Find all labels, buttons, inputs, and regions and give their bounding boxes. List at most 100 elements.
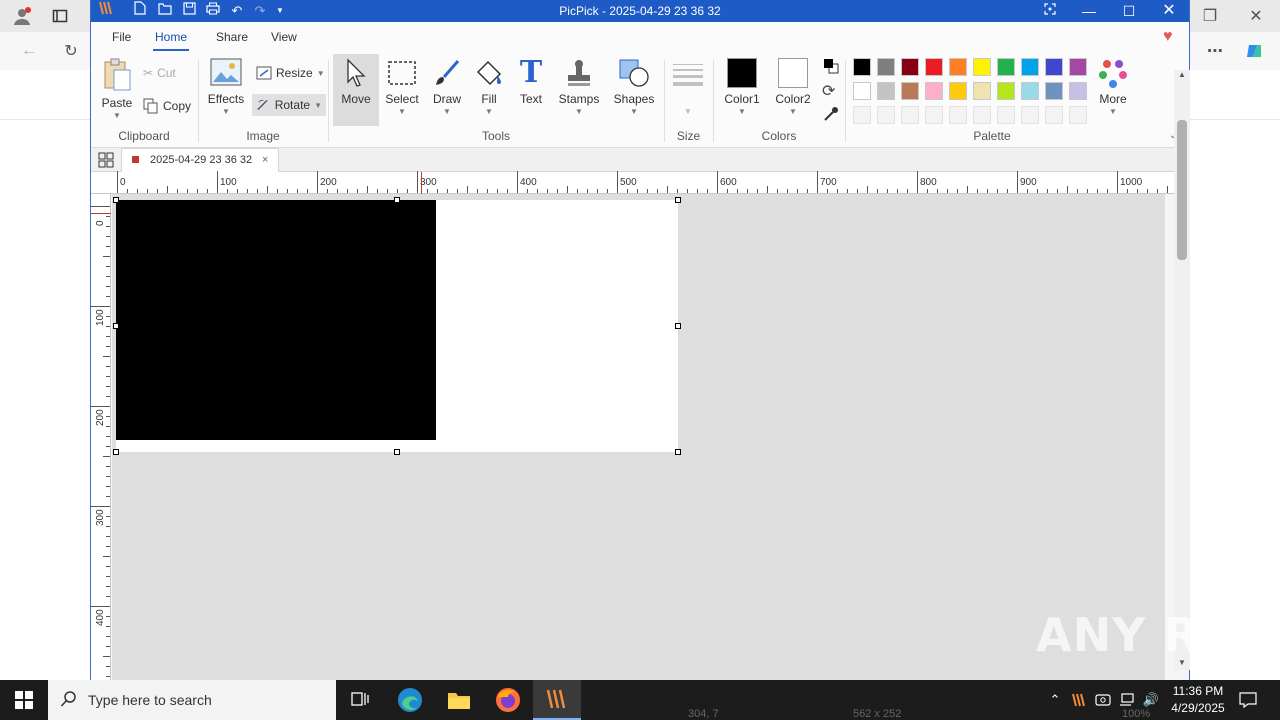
color-picker-icon[interactable] xyxy=(823,106,839,125)
resize-handle-b[interactable] xyxy=(394,449,400,455)
heart-icon[interactable]: ♥ xyxy=(1163,28,1173,46)
picpick-tray-icon[interactable] xyxy=(1068,680,1090,720)
cut-button[interactable]: ✂ Cut xyxy=(143,66,176,80)
scrollbar-thumb[interactable] xyxy=(1177,120,1187,260)
default-colors-icon[interactable] xyxy=(823,58,839,77)
profile-icon[interactable] xyxy=(10,4,34,28)
palette-swatch[interactable] xyxy=(973,58,991,76)
paste-button[interactable]: Paste ▼ xyxy=(97,58,137,120)
rotate-button[interactable]: Rotate ▼ xyxy=(252,94,326,116)
palette-swatch[interactable] xyxy=(949,82,967,100)
palette-swatch[interactable] xyxy=(1021,106,1039,124)
color1-button[interactable]: Color1 ▼ xyxy=(721,58,763,116)
document-tab[interactable]: 2025-04-29 23 36 32 × xyxy=(121,148,279,172)
resize-handle-t[interactable] xyxy=(394,197,400,203)
browser-restore-icon[interactable]: ❐ xyxy=(1198,4,1222,28)
palette-swatch[interactable] xyxy=(877,82,895,100)
palette-swatch[interactable] xyxy=(1045,58,1063,76)
palette-swatch[interactable] xyxy=(997,106,1015,124)
copilot-icon[interactable] xyxy=(1242,38,1268,64)
effects-button[interactable]: Effects ▼ xyxy=(206,58,246,116)
palette-swatch[interactable] xyxy=(973,82,991,100)
minimize-button[interactable]: — xyxy=(1069,0,1109,22)
palette-swatch[interactable] xyxy=(877,58,895,76)
refresh-icon[interactable]: ↻ xyxy=(58,38,84,64)
menu-file[interactable]: File xyxy=(112,30,131,44)
palette-swatch[interactable] xyxy=(973,106,991,124)
palette-swatch[interactable] xyxy=(877,106,895,124)
palette-swatch[interactable] xyxy=(1021,58,1039,76)
undo-icon[interactable]: ↶ xyxy=(226,0,248,22)
palette-swatch[interactable] xyxy=(853,58,871,76)
draw-button[interactable]: Draw ▼ xyxy=(428,58,466,116)
palette-swatch[interactable] xyxy=(1021,82,1039,100)
palette-swatch[interactable] xyxy=(1069,58,1087,76)
start-button[interactable] xyxy=(0,680,48,720)
stamps-button[interactable]: Stamps ▼ xyxy=(557,58,601,116)
file-explorer-taskbar-app[interactable] xyxy=(435,680,483,720)
show-hidden-icons[interactable]: ⌃ xyxy=(1046,680,1064,720)
redo-icon[interactable]: ↷ xyxy=(249,0,271,22)
back-arrow-icon[interactable]: ← xyxy=(16,38,42,64)
palette-swatch[interactable] xyxy=(853,106,871,124)
palette-swatch[interactable] xyxy=(949,58,967,76)
shapes-button[interactable]: Shapes ▼ xyxy=(611,58,657,116)
palette-swatch[interactable] xyxy=(853,82,871,100)
palette-swatch[interactable] xyxy=(925,106,943,124)
fullscreen-icon[interactable] xyxy=(1039,0,1061,22)
more-options-icon[interactable]: ⋯ xyxy=(1202,38,1228,64)
menu-home[interactable]: Home xyxy=(152,30,190,51)
taskbar-search[interactable]: Type here to search xyxy=(48,680,336,720)
menu-view[interactable]: View xyxy=(271,30,297,44)
new-file-icon[interactable] xyxy=(129,0,151,22)
palette-swatch[interactable] xyxy=(901,58,919,76)
notifications-icon[interactable] xyxy=(1236,680,1260,720)
move-button[interactable]: Move xyxy=(333,54,379,126)
edge-taskbar-app[interactable] xyxy=(386,680,434,720)
palette-swatch[interactable] xyxy=(1045,106,1063,124)
picpick-taskbar-app[interactable] xyxy=(533,680,581,720)
firefox-taskbar-app[interactable] xyxy=(484,680,532,720)
palette-swatch[interactable] xyxy=(901,82,919,100)
meet-now-icon[interactable] xyxy=(1092,680,1114,720)
quick-access-dropdown-icon[interactable]: ▼ xyxy=(269,0,291,22)
resize-handle-tl[interactable] xyxy=(113,197,119,203)
palette-swatch[interactable] xyxy=(925,82,943,100)
tab-close-icon[interactable]: × xyxy=(262,149,268,171)
palette-swatch[interactable] xyxy=(1069,82,1087,100)
grid-view-icon[interactable] xyxy=(97,151,115,172)
palette-swatch[interactable] xyxy=(1045,82,1063,100)
swap-colors-icon[interactable]: ⟳ xyxy=(822,81,835,101)
palette-swatch[interactable] xyxy=(901,106,919,124)
palette-swatch[interactable] xyxy=(925,58,943,76)
palette-swatch[interactable] xyxy=(997,58,1015,76)
palette-swatch[interactable] xyxy=(1069,106,1087,124)
text-button[interactable]: T Text xyxy=(513,58,549,107)
resize-button[interactable]: Resize ▼ xyxy=(256,66,325,80)
image-canvas[interactable] xyxy=(116,200,678,452)
close-button[interactable]: ✕ xyxy=(1149,0,1189,22)
browser-close-icon[interactable]: ✕ xyxy=(1244,4,1268,28)
size-button[interactable]: ▼ xyxy=(671,62,705,116)
copy-button[interactable]: Copy xyxy=(143,98,191,114)
task-view-button[interactable] xyxy=(336,680,384,720)
vertical-scrollbar[interactable]: ▲ ▼ xyxy=(1174,70,1190,670)
more-colors-button[interactable]: More ▼ xyxy=(1093,58,1133,116)
resize-handle-tr[interactable] xyxy=(675,197,681,203)
tab-actions-icon[interactable] xyxy=(48,4,72,28)
resize-handle-br[interactable] xyxy=(675,449,681,455)
print-icon[interactable] xyxy=(202,0,224,22)
scroll-up-icon[interactable]: ▲ xyxy=(1178,70,1186,79)
palette-swatch[interactable] xyxy=(949,106,967,124)
resize-handle-bl[interactable] xyxy=(113,449,119,455)
fill-button[interactable]: Fill ▼ xyxy=(471,58,507,116)
system-clock[interactable]: 11:36 PM 4/29/2025 xyxy=(1160,683,1236,717)
open-folder-icon[interactable] xyxy=(154,0,176,22)
resize-handle-l[interactable] xyxy=(113,323,119,329)
palette-swatch[interactable] xyxy=(997,82,1015,100)
color2-button[interactable]: Color2 ▼ xyxy=(772,58,814,116)
select-button[interactable]: Select ▼ xyxy=(383,58,421,116)
menu-share[interactable]: Share xyxy=(216,30,248,44)
save-icon[interactable] xyxy=(178,0,200,22)
resize-handle-r[interactable] xyxy=(675,323,681,329)
